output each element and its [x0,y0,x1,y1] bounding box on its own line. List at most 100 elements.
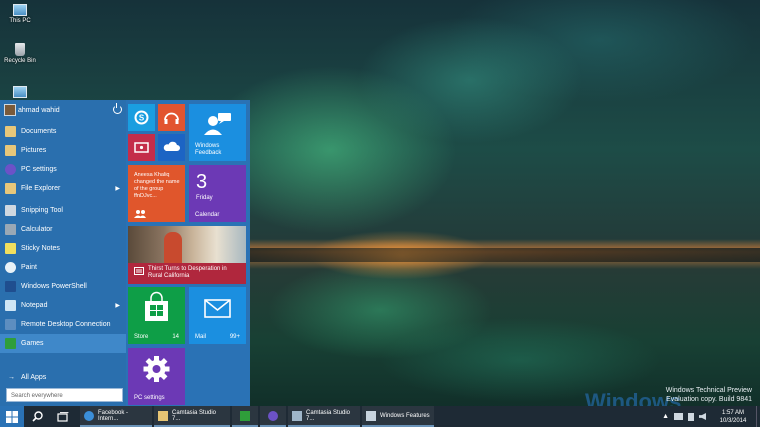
app-item-pictures[interactable]: Pictures [0,141,126,160]
taskbar-item-facebook[interactable]: Facebook - Intern... [80,406,152,427]
tile-store[interactable]: Store 14 [128,287,185,344]
app-item-documents[interactable]: Documents [0,122,126,141]
people-notification: Aneesa Khaliq changed the name of the gr… [134,172,180,199]
taskbar-item-camtasia-2[interactable]: Camtasia Studio 7... [288,406,360,427]
tile-skype[interactable]: S [128,104,155,131]
taskbar-item-store[interactable] [232,406,258,427]
tile-label: Calendar [195,212,220,218]
sticky-note-icon [5,243,16,254]
show-desktop-button[interactable] [756,406,760,427]
power-icon[interactable] [113,103,122,114]
calendar-day: Friday [196,195,213,201]
remote-desktop-icon [5,319,16,330]
envelope-icon [204,299,231,318]
show-hidden-icons[interactable]: ▲ [662,413,669,420]
taskbar-item-settings[interactable] [260,406,286,427]
feedback-icon [204,113,231,135]
tile-calendar[interactable]: 3 Friday Calendar [189,165,246,222]
svg-text:S: S [139,114,145,123]
news-person-figure [164,232,182,263]
clock-date: 10/3/2014 [719,417,747,424]
app-label: Paint [21,264,37,271]
palette-icon [5,262,16,273]
newspaper-icon [134,267,144,275]
app-label: Games [21,340,44,347]
app-item-notepad[interactable]: Notepad ▶ [0,296,126,315]
search-button[interactable] [24,406,50,427]
app-label: Remote Desktop Connection [21,321,111,328]
network-icon[interactable] [674,413,683,420]
app-item-sticky-notes[interactable]: Sticky Notes [0,239,126,258]
news-headline: Thirst Turns to Desperation in Rural Cal… [148,266,227,279]
chevron-right-icon[interactable]: ▶ [115,185,120,192]
app-item-paint[interactable]: Paint [0,258,126,277]
app-label: Pictures [21,147,47,154]
camtasia-icon [292,410,302,421]
tile-mail[interactable]: Mail 99+ [189,287,246,344]
chevron-right-icon[interactable]: ▶ [115,302,120,309]
monitor-icon [13,86,27,98]
app-item-calculator[interactable]: Calculator [0,220,126,239]
tile-video[interactable] [128,134,155,161]
powershell-icon [5,281,16,292]
watermark-line-1: Windows Technical Preview [665,387,752,394]
file-explorer-icon [5,183,16,194]
flag-icon[interactable] [688,412,694,421]
tile-windows-feedback[interactable]: Windows Feedback [189,104,246,161]
desktop-icon-label: This PC [9,18,31,24]
arrow-right-icon: → [8,373,15,381]
gear-icon [5,164,16,175]
mail-badge: 99+ [229,334,240,340]
system-tray: ▲ 1:57 AM 10/3/2014 [662,406,760,427]
gear-icon [268,410,278,421]
store-bag-icon [145,291,168,321]
app-item-pc-settings[interactable]: PC settings [0,160,126,179]
wallpaper-horizon [250,248,760,262]
app-label: Snipping Tool [21,207,63,214]
folder-icon [158,410,168,421]
notepad-icon [5,300,16,311]
app-item-games[interactable]: Games [0,334,126,353]
windows-features-icon [366,410,376,421]
clock[interactable]: 1:57 AM 10/3/2014 [710,409,756,425]
tile-pc-settings[interactable]: PC settings [128,348,185,405]
desktop-icon-partial[interactable] [0,86,40,100]
app-item-powershell[interactable]: Windows PowerShell [0,277,126,296]
app-label: PC settings [21,166,57,173]
app-item-snipping-tool[interactable]: Snipping Tool [0,201,126,220]
calendar-date-number: 3 [196,171,208,193]
start-menu: ahmad wahid Documents Pictures PC settin… [0,100,250,406]
app-label: Calculator [21,226,53,233]
user-name: ahmad wahid [18,106,60,114]
recycle-bin-icon [15,43,25,56]
user-account[interactable]: ahmad wahid [0,100,126,120]
tile-news[interactable]: Thirst Turns to Desperation in Rural Cal… [128,226,246,284]
app-label: Documents [21,128,57,135]
search-icon [31,411,43,422]
app-item-remote-desktop[interactable]: Remote Desktop Connection [0,315,126,334]
task-view-button[interactable] [50,406,76,427]
taskbar-item-camtasia-1[interactable]: Camtasia Studio 7... [154,406,230,427]
desktop-icon-label: Recycle Bin [4,58,36,64]
taskbar-item-windows-features[interactable]: Windows Features [362,406,434,427]
desktop-icon-this-pc[interactable]: This PC [0,4,40,24]
gear-icon [143,356,170,382]
tile-music[interactable] [158,104,185,131]
all-apps-button[interactable]: → All Apps [0,370,126,384]
tile-people[interactable]: Aneesa Khaliq changed the name of the gr… [128,165,185,222]
app-item-file-explorer[interactable]: File Explorer ▶ [0,179,126,198]
search-input[interactable]: Search everywhere [6,388,123,402]
people-icon [134,210,146,218]
desktop-icon-recycle-bin[interactable]: Recycle Bin [0,43,40,64]
taskbar-item-label: Camtasia Studio 7... [172,409,217,422]
calculator-icon [5,224,16,235]
start-button[interactable] [0,406,24,427]
skype-icon: S [134,110,149,125]
app-label: File Explorer [21,185,61,192]
pictures-folder-icon [5,145,16,156]
taskbar-item-label: Camtasia Studio 7... [306,409,351,422]
tile-onedrive[interactable] [158,134,185,161]
task-view-icon [57,411,69,422]
volume-icon[interactable] [699,413,706,420]
taskbar-item-label: Facebook - Intern... [98,409,129,422]
